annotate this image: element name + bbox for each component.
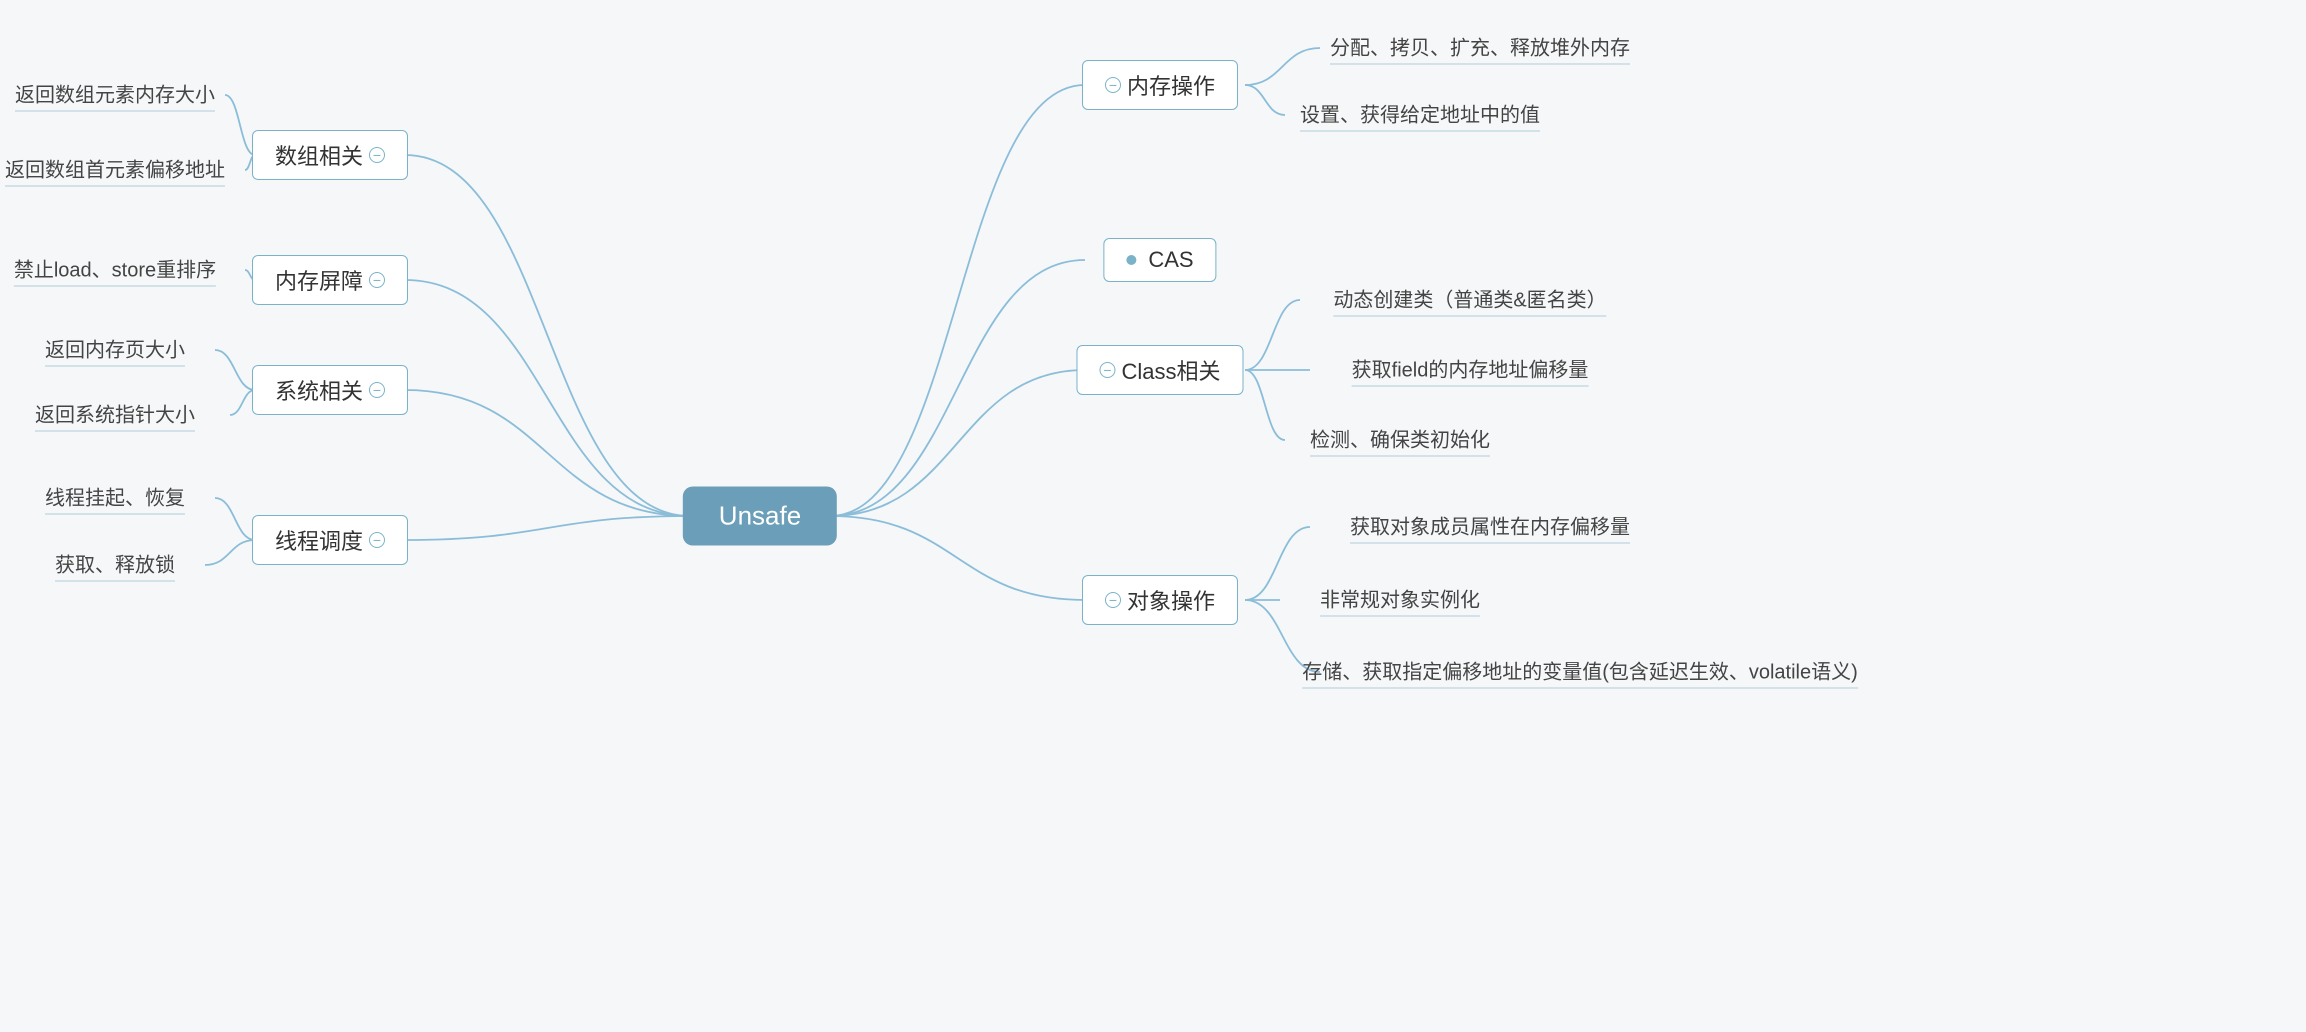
leaf-system-2: 返回系统指针大小 [35, 399, 195, 432]
mind-map: Unsafe 数组相关 − 返回数组元素内存大小 返回数组首元素偏移地址 内存屏… [0, 0, 2306, 1032]
system-label: 系统相关 [275, 374, 363, 406]
leaf-text: 返回系统指针大小 [35, 399, 195, 432]
leaf-text: 返回数组元素内存大小 [15, 79, 215, 112]
leaf-object-2: 非常规对象实例化 [1320, 584, 1480, 617]
leaf-array-1: 返回数组元素内存大小 [15, 79, 215, 112]
leaf-object-3: 存储、获取指定偏移地址的变量值(包含延迟生效、volatile语义) [1302, 656, 1858, 689]
leaf-class-3: 检测、确保类初始化 [1310, 424, 1490, 457]
leaf-text: 获取、释放锁 [55, 549, 175, 582]
leaf-text: 获取对象成员属性在内存偏移量 [1350, 511, 1630, 544]
node-cas[interactable]: CAS [1103, 238, 1216, 282]
leaf-array-2: 返回数组首元素偏移地址 [5, 154, 225, 187]
center-label: Unsafe [719, 501, 801, 532]
leaf-text: 非常规对象实例化 [1320, 584, 1480, 617]
leaf-text: 动态创建类（普通类&匿名类） [1333, 284, 1606, 317]
object-label: 对象操作 [1127, 584, 1215, 616]
leaf-thread-1: 线程挂起、恢复 [45, 482, 185, 515]
node-membarrier[interactable]: 内存屏障 − [252, 255, 408, 305]
leaf-thread-2: 获取、释放锁 [55, 549, 175, 582]
thread-label: 线程调度 [275, 524, 363, 556]
leaf-text: 分配、拷贝、扩充、释放堆外内存 [1330, 32, 1630, 65]
leaf-class-2: 获取field的内存地址偏移量 [1352, 354, 1589, 387]
collapse-icon-thread[interactable]: − [369, 532, 385, 548]
collapse-icon-system[interactable]: − [369, 382, 385, 398]
leaf-memory-1: 分配、拷贝、扩充、释放堆外内存 [1330, 32, 1630, 65]
node-memory[interactable]: − 内存操作 [1082, 60, 1238, 110]
node-thread[interactable]: 线程调度 − [252, 515, 408, 565]
cas-dot [1126, 255, 1136, 265]
leaf-membarrier-1: 禁止load、store重排序 [14, 254, 216, 287]
cas-label: CAS [1148, 247, 1193, 273]
collapse-icon-memory[interactable]: − [1105, 77, 1121, 93]
leaf-text: 返回内存页大小 [45, 334, 185, 367]
leaf-text: 获取field的内存地址偏移量 [1352, 354, 1589, 387]
leaf-text: 禁止load、store重排序 [14, 254, 216, 287]
leaf-class-1: 动态创建类（普通类&匿名类） [1333, 284, 1606, 317]
array-label: 数组相关 [275, 139, 363, 171]
leaf-object-1: 获取对象成员属性在内存偏移量 [1350, 511, 1630, 544]
leaf-text: 存储、获取指定偏移地址的变量值(包含延迟生效、volatile语义) [1302, 656, 1858, 689]
leaf-text: 设置、获得给定地址中的值 [1300, 99, 1540, 132]
leaf-text: 返回数组首元素偏移地址 [5, 154, 225, 187]
membarrier-label: 内存屏障 [275, 264, 363, 296]
node-system[interactable]: 系统相关 − [252, 365, 408, 415]
leaf-text: 检测、确保类初始化 [1310, 424, 1490, 457]
node-array[interactable]: 数组相关 − [252, 130, 408, 180]
leaf-system-1: 返回内存页大小 [45, 334, 185, 367]
leaf-text: 线程挂起、恢复 [45, 482, 185, 515]
center-node: Unsafe [683, 487, 837, 546]
leaf-memory-2: 设置、获得给定地址中的值 [1300, 99, 1540, 132]
memory-label: 内存操作 [1127, 69, 1215, 101]
collapse-icon-class[interactable]: − [1099, 362, 1115, 378]
collapse-icon-membarrier[interactable]: − [369, 272, 385, 288]
node-class[interactable]: − Class相关 [1076, 345, 1243, 395]
class-label: Class相关 [1121, 354, 1220, 386]
collapse-icon-object[interactable]: − [1105, 592, 1121, 608]
node-object[interactable]: − 对象操作 [1082, 575, 1238, 625]
collapse-icon-array[interactable]: − [369, 147, 385, 163]
